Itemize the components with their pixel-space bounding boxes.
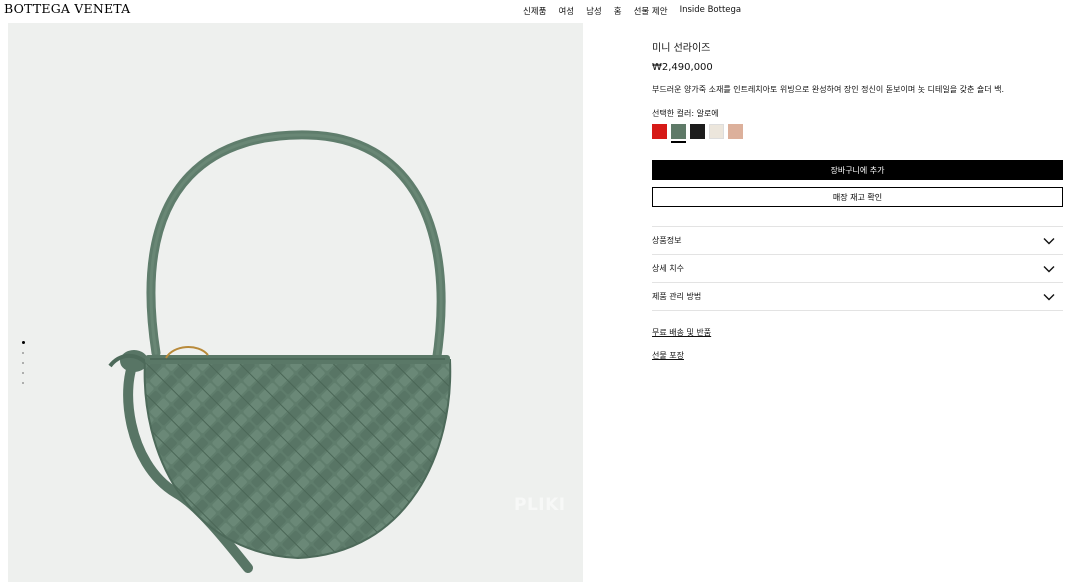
accordion-care[interactable]: 제품 관리 방법 <box>652 283 1063 311</box>
product-image-panel[interactable]: PLIKI <box>8 23 583 582</box>
site-header: BOTTEGA VENETA 신제품 여성 남성 홈 선물 제안 Inside … <box>0 0 1080 22</box>
nav-item-home[interactable]: 홈 <box>614 5 622 17</box>
service-links: 무료 배송 및 반품 선물 포장 <box>652 327 1063 362</box>
gift-wrapping-link[interactable]: 선물 포장 <box>652 350 684 362</box>
nav-item-gifts[interactable]: 선물 제안 <box>634 5 668 17</box>
gallery-dot-2[interactable] <box>22 352 24 354</box>
swatch-aloe[interactable] <box>671 124 686 143</box>
product-accordion: 상품정보 상세 치수 제품 관리 방법 <box>652 226 1063 311</box>
product-name: 미니 선라이즈 <box>652 43 711 54</box>
gallery-dot-4[interactable] <box>22 372 24 374</box>
chevron-down-icon <box>1043 237 1055 244</box>
brand-logo[interactable]: BOTTEGA VENETA <box>4 1 130 16</box>
swatch-blush[interactable] <box>728 124 743 139</box>
gallery-pagination <box>22 341 26 392</box>
accordion-label: 상품정보 <box>652 236 682 245</box>
nav-item-women[interactable]: 여성 <box>558 5 574 17</box>
nav-item-men[interactable]: 남성 <box>586 5 602 17</box>
accordion-product-info[interactable]: 상품정보 <box>652 227 1063 255</box>
chevron-down-icon <box>1043 265 1055 272</box>
check-store-stock-button[interactable]: 매장 재고 확인 <box>652 187 1063 207</box>
swatch-off-white[interactable] <box>709 124 724 139</box>
free-shipping-returns-link[interactable]: 무료 배송 및 반품 <box>652 327 711 339</box>
gallery-dot-1[interactable] <box>22 341 25 344</box>
nav-item-inside-bottega[interactable]: Inside Bottega <box>680 5 742 17</box>
product-description: 부드러운 양가죽 소재를 인트레치아토 위빙으로 완성하여 장인 정신이 돋보이… <box>652 85 1005 94</box>
product-price: ₩2,490,000 <box>652 62 713 73</box>
gallery-dot-5[interactable] <box>22 382 24 384</box>
chevron-down-icon <box>1043 293 1055 300</box>
selected-color-label: 선택한 컬러: 알로에 <box>652 109 719 118</box>
nav-item-new[interactable]: 신제품 <box>523 5 546 17</box>
swatch-red[interactable] <box>652 124 667 139</box>
product-info: 미니 선라이즈 ₩2,490,000 부드러운 양가죽 소재를 인트레치아토 위… <box>652 42 1063 373</box>
bag-image <box>108 130 452 573</box>
color-swatches <box>652 124 1063 144</box>
swatch-black[interactable] <box>690 124 705 139</box>
accordion-label: 제품 관리 방법 <box>652 292 702 301</box>
watermark: PLIKI <box>514 495 566 515</box>
add-to-cart-button[interactable]: 장바구니에 추가 <box>652 160 1063 180</box>
accordion-label: 상세 치수 <box>652 264 684 273</box>
accordion-dimensions[interactable]: 상세 치수 <box>652 255 1063 283</box>
main-nav: 신제품 여성 남성 홈 선물 제안 Inside Bottega <box>523 5 741 17</box>
gallery-dot-3[interactable] <box>22 362 24 364</box>
